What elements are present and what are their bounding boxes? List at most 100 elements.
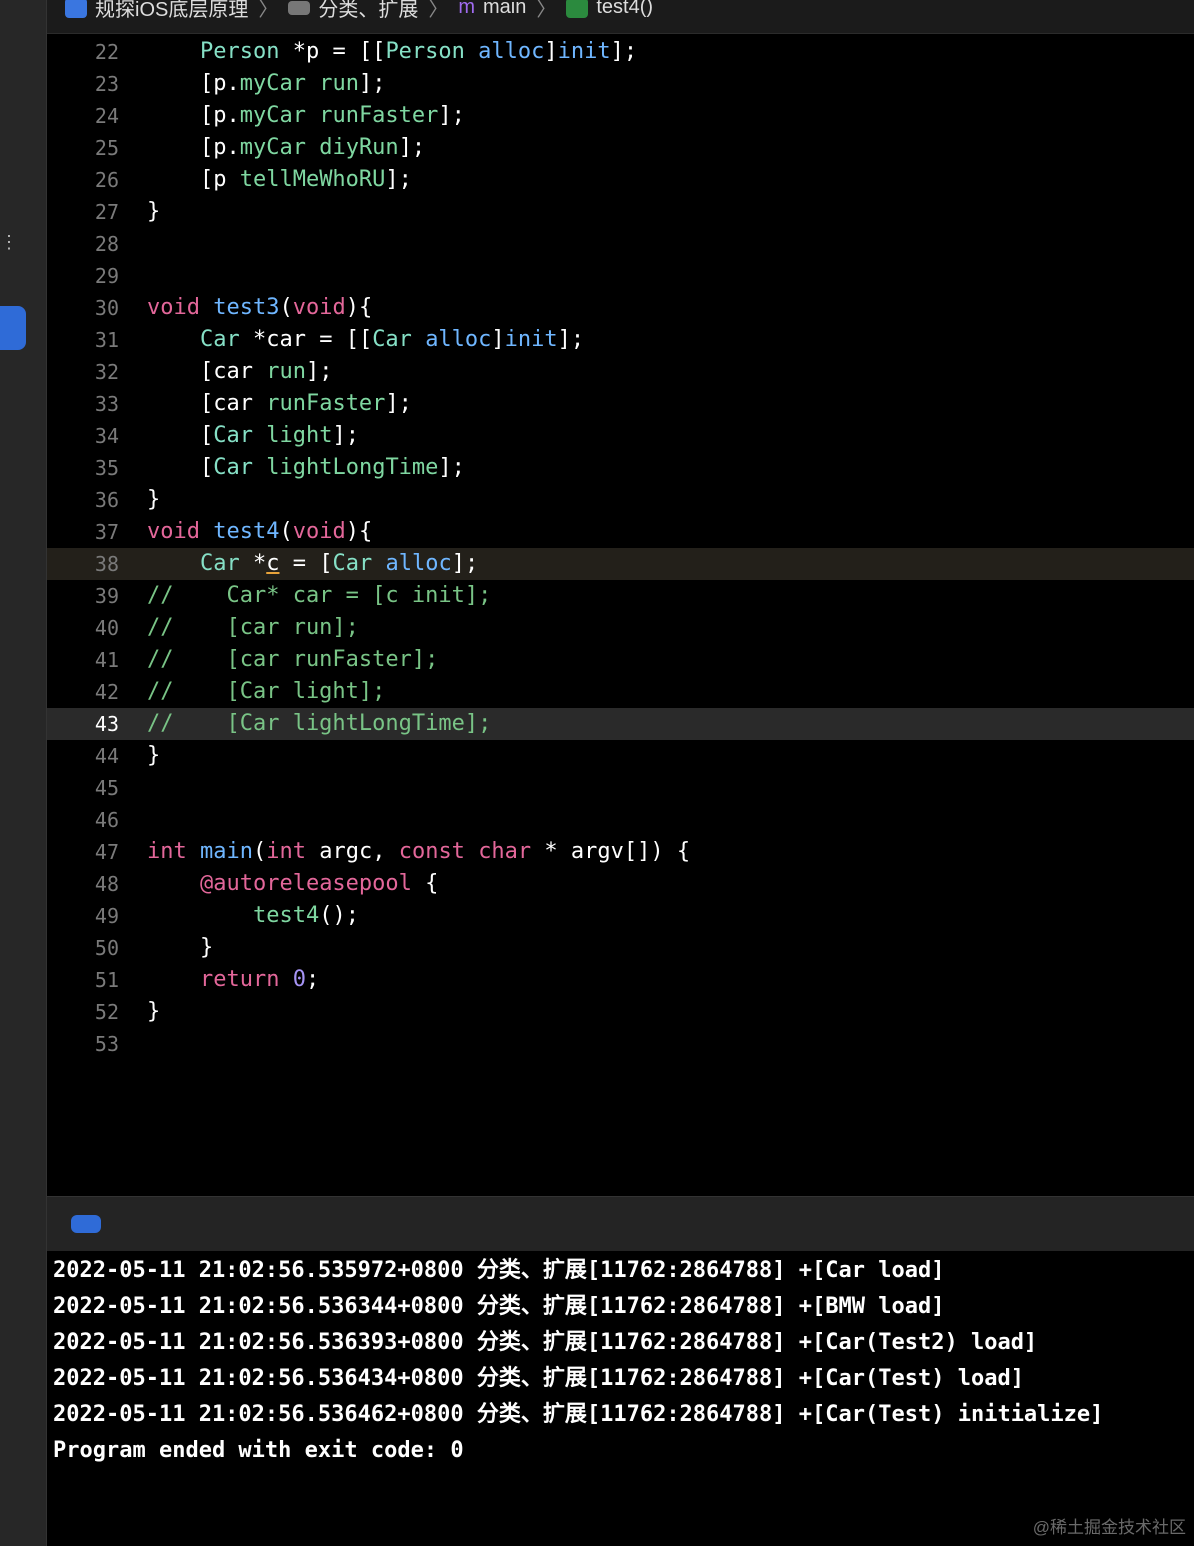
code-line[interactable]: 28 — [47, 228, 1194, 260]
code-line[interactable]: 24 [p.myCar runFaster]; — [47, 100, 1194, 132]
folder-icon — [288, 0, 311, 15]
code-token: int — [266, 839, 306, 864]
code-line[interactable]: 50 } — [47, 932, 1194, 964]
code-token: argc, — [305, 839, 399, 864]
line-number: 26 — [94, 168, 119, 192]
console-output[interactable]: 2022-05-11 21:02:56.535972+0800 分类、扩展[11… — [47, 1251, 1194, 1546]
code-line[interactable]: 30 void test3(void){ — [47, 292, 1194, 324]
line-number: 45 — [94, 776, 119, 800]
code-line[interactable]: 35 [Car lightLongTime]; — [47, 452, 1194, 484]
code-token: *car = [[ — [239, 327, 373, 352]
code-line[interactable]: 22 Person *p = [[Person alloc]init]; — [47, 36, 1194, 68]
code-token: main — [200, 839, 253, 864]
console-line: Program ended with exit code: 0 — [53, 1438, 464, 1463]
code-line[interactable]: 52} — [47, 996, 1194, 1028]
breadcrumb-function[interactable]: test4() — [566, 0, 653, 19]
code-line[interactable]: 49 test4(); — [47, 900, 1194, 932]
line-number: 32 — [94, 360, 119, 384]
line-number: 35 — [94, 456, 119, 480]
line-number: 34 — [94, 424, 119, 448]
code-line[interactable]: 36} — [47, 484, 1194, 516]
code-token: test4 — [213, 519, 280, 544]
console-line: 2022-05-11 21:02:56.536434+0800 分类、扩展[11… — [53, 1366, 1024, 1391]
code-token: Car — [332, 551, 373, 576]
code-line[interactable]: 41 // [car runFaster]; — [47, 644, 1194, 676]
line-number: 47 — [94, 840, 119, 864]
code-token: (); — [319, 903, 359, 928]
code-token: Car — [213, 423, 253, 448]
code-line[interactable]: 27} — [47, 196, 1194, 228]
line-number: 29 — [94, 264, 119, 288]
code-token: ] — [491, 327, 505, 352]
code-line[interactable]: 38 Car *c = [Car alloc]; — [47, 548, 1194, 580]
code-token: { — [411, 871, 439, 896]
code-token: Car — [199, 551, 240, 576]
code-token: alloc — [425, 327, 492, 352]
navigator-sidebar: ⋮ — [0, 0, 47, 1546]
code-line[interactable]: 42 // [Car light]; — [47, 676, 1194, 708]
breadcrumb-folder[interactable]: 分类、扩展 — [288, 0, 418, 22]
code-line[interactable]: 29 — [47, 260, 1194, 292]
console-line: 2022-05-11 21:02:56.536462+0800 分类、扩展[11… — [53, 1402, 1104, 1427]
code-token: runFaster — [319, 103, 439, 128]
code-line[interactable]: 53 — [47, 1028, 1194, 1060]
code-token: myCar — [239, 103, 306, 128]
code-text: } — [147, 740, 160, 772]
line-number: 22 — [94, 40, 119, 64]
code-token: ] — [544, 39, 558, 64]
line-number: 36 — [94, 488, 119, 512]
code-line[interactable]: 40 // [car run]; — [47, 612, 1194, 644]
line-number: 31 — [94, 328, 119, 352]
code-line[interactable]: 47 int main(int argc, const char * argv[]… — [47, 836, 1194, 868]
code-text: [car run]; — [147, 356, 333, 388]
code-line[interactable]: 31 Car *car = [[Car alloc]init]; — [47, 324, 1194, 356]
code-line[interactable]: 46 — [47, 804, 1194, 836]
code-token: c — [266, 551, 280, 576]
code-line[interactable]: 32 [car run]; — [47, 356, 1194, 388]
code-token: [ — [147, 423, 214, 448]
breadcrumb-project[interactable]: 规探iOS底层原理 — [65, 0, 248, 22]
code-text: Car *car = [[Car alloc]init]; — [147, 324, 584, 356]
sidebar-selection-indicator[interactable] — [0, 306, 26, 350]
code-token: // [car runFaster]; — [147, 647, 439, 672]
code-token: void — [147, 295, 200, 320]
breadcrumb-separator: 〉 — [428, 0, 449, 21]
line-number: 24 — [94, 104, 119, 128]
code-text: Car *c = [Car alloc]; — [147, 548, 478, 580]
code-token: ( — [279, 519, 293, 544]
code-line[interactable]: 23 [p.myCar run]; — [47, 68, 1194, 100]
code-token: ){ — [345, 295, 373, 320]
code-line[interactable]: 33 [car runFaster]; — [47, 388, 1194, 420]
line-number: 53 — [94, 1032, 119, 1056]
code-text: int main(int argc, const char * argv[]) … — [147, 836, 690, 868]
code-line[interactable]: 48 @autoreleasepool { — [47, 868, 1194, 900]
code-line[interactable]: 43 // [Car lightLongTime]; — [47, 708, 1194, 740]
code-line[interactable]: 39 // Car* car = [c init]; — [47, 580, 1194, 612]
code-line[interactable]: 25 [p.myCar diyRun]; — [47, 132, 1194, 164]
code-token: alloc — [385, 551, 452, 576]
line-number: 49 — [94, 904, 119, 928]
code-line[interactable]: 44} — [47, 740, 1194, 772]
code-line[interactable]: 45 — [47, 772, 1194, 804]
code-token: light — [266, 423, 333, 448]
code-token: } — [147, 999, 161, 1024]
code-token: ( — [279, 295, 293, 320]
code-text: [p.myCar run]; — [147, 68, 385, 100]
line-number: 30 — [94, 296, 119, 320]
code-editor[interactable]: 22 Person *p = [[Person alloc]init]; 23 [… — [47, 36, 1194, 1060]
console-filter-icon[interactable] — [71, 1215, 101, 1233]
code-line[interactable]: 26 [p tellMeWhoRU]; — [47, 164, 1194, 196]
code-token: [p — [147, 167, 240, 192]
line-number: 51 — [94, 968, 119, 992]
code-line[interactable]: 37 void test4(void){ — [47, 516, 1194, 548]
code-line[interactable]: 51 return 0; — [47, 964, 1194, 996]
code-line[interactable]: 34 [Car light]; — [47, 420, 1194, 452]
breadcrumb-file[interactable]: m main — [458, 0, 526, 19]
